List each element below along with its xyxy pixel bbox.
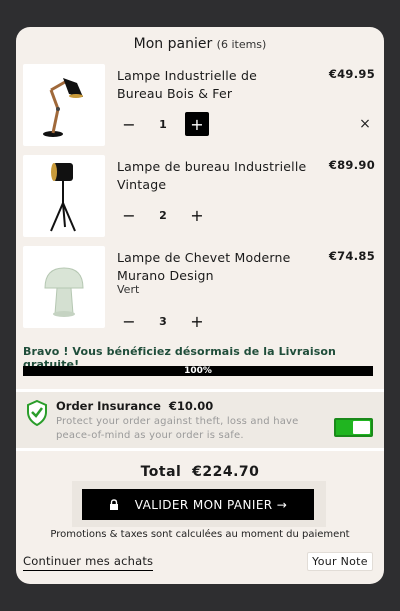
product-title[interactable]: Lampe Industrielle de Bureau Bois & Fer [117,67,307,103]
decrease-quantity-button[interactable]: − [117,309,141,333]
cart-total: Total €224.70 [16,464,384,480]
cart-item-count: (6 items) [216,38,267,51]
insurance-toggle[interactable] [334,418,373,437]
shield-check-icon [26,399,48,427]
product-image-murano-lamp[interactable] [23,246,105,328]
checkout-label: VALIDER MON PANIER → [134,497,288,512]
insurance-label: Order Insurance [56,399,161,413]
total-label: Total [140,464,182,480]
product-variant: Vert [117,283,140,296]
continue-shopping-link[interactable]: Continuer mes achats [23,554,154,571]
lock-icon [109,499,119,510]
quantity-value[interactable]: 3 [141,315,185,328]
cart-item: Lampe de Chevet Moderne Murano Design Ve… [23,246,377,333]
remove-item-icon[interactable]: × [357,116,373,132]
cart-drawer: Mon panier (6 items) Lampe Industrielle … [16,27,384,584]
toggle-knob [353,421,370,434]
checkout-button[interactable]: VALIDER MON PANIER → [82,489,314,520]
cart-header: Mon panier (6 items) [16,36,384,52]
cart-item: Lampe Industrielle de Bureau Bois & Fer … [23,64,377,148]
cart-item: Lampe de bureau Industrielle Vintage €89… [23,155,377,239]
taxes-note: Promotions & taxes sont calculées au mom… [50,529,350,540]
free-shipping-progress-bar: 100% [23,366,373,376]
decrease-quantity-button[interactable]: − [117,112,141,136]
product-image-spot-lamp[interactable] [23,155,105,237]
increase-quantity-button[interactable]: + [185,112,209,136]
your-note-button[interactable]: Your Note [307,552,373,571]
quantity-value[interactable]: 1 [141,118,185,131]
quantity-stepper: − 3 + [117,309,209,333]
quantity-value[interactable]: 2 [141,209,185,222]
cart-title: Mon panier [133,36,213,52]
quantity-stepper: − 2 + [117,203,209,227]
product-title[interactable]: Lampe de Chevet Moderne Murano Design [117,249,307,285]
product-title[interactable]: Lampe de bureau Industrielle Vintage [117,158,307,194]
product-price: €74.85 [328,249,375,263]
free-shipping-prefix: Bravo ! Vous bénéficiez désormais de la [23,345,279,358]
product-image-desk-lamp[interactable] [23,64,105,146]
quantity-stepper: − 1 + [117,112,209,136]
product-price: €89.90 [328,158,375,172]
order-insurance-section: Order Insurance €10.00 Protect your orde… [16,389,384,451]
insurance-description: Protect your order against theft, loss a… [56,416,299,441]
product-price: €49.95 [328,67,375,81]
total-value: €224.70 [192,464,260,480]
decrease-quantity-button[interactable]: − [117,203,141,227]
insurance-price: €10.00 [168,399,214,413]
insurance-title: Order Insurance €10.00 [56,399,213,413]
increase-quantity-button[interactable]: + [185,309,209,333]
increase-quantity-button[interactable]: + [185,203,209,227]
